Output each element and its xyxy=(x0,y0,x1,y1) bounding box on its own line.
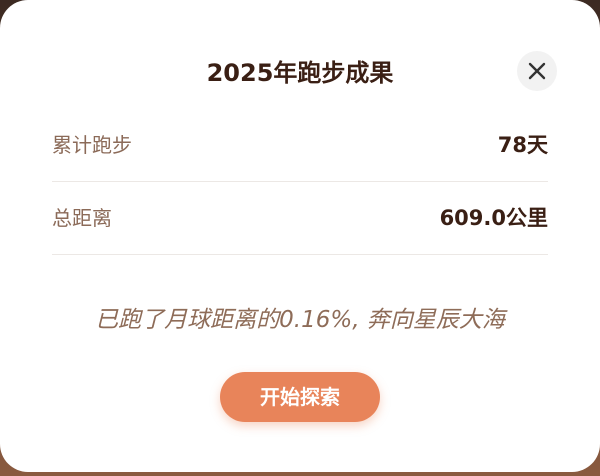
achievement-message: 已跑了月球距离的0.16%, 奔向星辰大海 xyxy=(95,307,505,333)
stat-row-total-distance: 总距离 609.0公里 xyxy=(52,181,548,255)
close-button[interactable] xyxy=(517,51,557,91)
stat-value: 78天 xyxy=(497,133,548,157)
stat-label: 总距离 xyxy=(52,206,112,230)
close-icon xyxy=(528,62,546,80)
stat-row-total-days: 累计跑步 78天 xyxy=(52,108,548,182)
stat-label: 累计跑步 xyxy=(52,133,132,157)
start-explore-button[interactable]: 开始探索 xyxy=(220,372,380,422)
stat-value: 609.0公里 xyxy=(439,206,548,230)
run-results-dialog: 2025年跑步成果 累计跑步 78天 总距离 609.0公里 已跑了月球距离的0… xyxy=(0,0,600,472)
dialog-title: 2025年跑步成果 xyxy=(206,59,394,87)
